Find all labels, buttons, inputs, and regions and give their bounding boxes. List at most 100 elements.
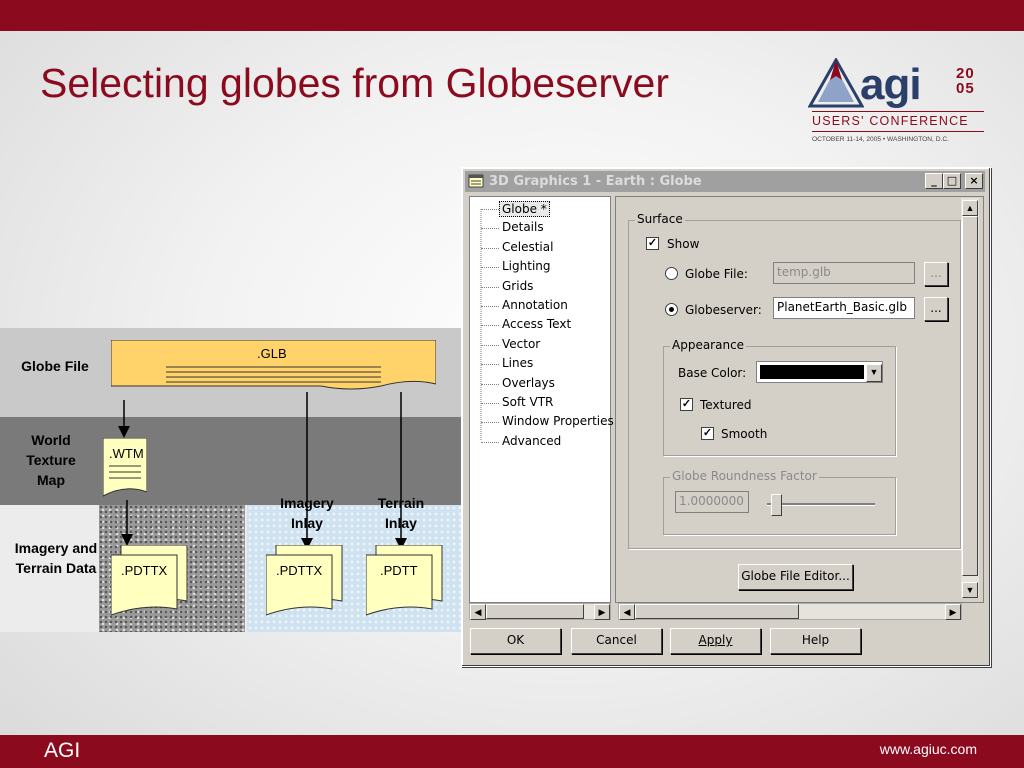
row-label-world-texture-map: World Texture Map (26, 432, 76, 488)
property-tree: Globe * Details Celestial Lighting Grids Anno… (469, 196, 614, 603)
tree-item[interactable]: Vector (502, 337, 540, 351)
pdttx-label-1: .PDTTX (121, 563, 168, 578)
tree-connector (481, 422, 499, 424)
tree-item[interactable]: Overlays (502, 376, 555, 390)
smooth-checkbox[interactable]: ✓ (701, 427, 714, 440)
stacked-document-icon (365, 544, 443, 616)
globe-file-editor-button[interactable]: Globe File Editor... (738, 564, 853, 590)
tree-connector (481, 364, 499, 366)
apply-button[interactable]: Apply (670, 628, 761, 654)
tree-item[interactable]: Grids (502, 279, 533, 293)
cancel-button[interactable]: Cancel (571, 628, 662, 654)
base-color-swatch (760, 365, 864, 379)
tree-horizontal-scrollbar[interactable]: ◀ ▶ (469, 603, 611, 620)
help-button[interactable]: Help (770, 628, 861, 654)
textured-label: Textured (700, 398, 752, 412)
scroll-right-icon[interactable]: ▶ (945, 604, 961, 620)
tree-connector (481, 228, 499, 230)
row-label-imagery-terrain: Imagery and Terrain Data (14, 540, 98, 576)
scroll-down-icon[interactable]: ▼ (962, 582, 978, 598)
roundness-slider-thumb[interactable] (771, 494, 782, 516)
tree-connector-lines (480, 209, 482, 440)
wtm-label: .WTM (109, 446, 144, 461)
globe-file-browse-button[interactable]: ... (924, 262, 948, 286)
slide-title: Selecting globes from Globeserver (40, 60, 669, 106)
globe-file-field[interactable]: temp.glb (773, 262, 915, 284)
logo-triangle-icon (808, 58, 864, 108)
panel-horizontal-scrollbar[interactable]: ◀ ▶ (618, 603, 962, 620)
row-label-globe-file: Globe File (21, 358, 89, 374)
globeserver-label: Globeserver: (685, 303, 762, 317)
pdttx-document-1: .PDTTX (110, 544, 189, 617)
globeserver-radio[interactable] (665, 303, 678, 316)
stacked-document-icon (110, 544, 188, 616)
maximize-button[interactable]: □ (943, 173, 961, 189)
tree-item[interactable]: Globe * (499, 201, 550, 217)
tree-item[interactable]: Advanced (502, 434, 561, 448)
tree-connector (481, 247, 499, 249)
globeserver-field[interactable]: PlanetEarth_Basic.glb (773, 297, 915, 319)
base-color-dropdown[interactable]: ▼ (756, 361, 883, 383)
roundness-group-title: Globe Roundness Factor (670, 469, 819, 483)
dialog-titlebar[interactable]: 3D Graphics 1 - Earth : Globe _ □ × (465, 171, 985, 192)
logo-wordmark: agi (860, 60, 922, 109)
tree-item[interactable]: Access Text (502, 317, 571, 331)
roundness-field[interactable]: 1.0000000 (675, 491, 749, 513)
logo-rule-top (812, 111, 984, 112)
surface-group-title: Surface (635, 212, 685, 226)
tree-item[interactable]: Lighting (502, 259, 551, 273)
minimize-button[interactable]: _ (925, 173, 943, 189)
footer-url[interactable]: www.agiuc.com (880, 741, 977, 757)
glb-label: .GLB (257, 346, 287, 361)
smooth-label: Smooth (721, 427, 768, 441)
tree-item[interactable]: Celestial (502, 240, 553, 254)
tree-item[interactable]: Window Properties (502, 414, 614, 428)
window-app-icon (468, 174, 484, 188)
close-button[interactable]: × (965, 173, 983, 189)
tree-item[interactable]: Soft VTR (502, 395, 553, 409)
stacked-document-icon (265, 544, 343, 616)
scroll-right-icon[interactable]: ▶ (594, 604, 610, 620)
scroll-left-icon[interactable]: ◀ (619, 604, 635, 620)
scroll-up-icon[interactable]: ▲ (962, 200, 978, 216)
pdttx-label-2: .PDTTX (276, 563, 323, 578)
tree-item[interactable]: Annotation (502, 298, 568, 312)
dialog-title: 3D Graphics 1 - Earth : Globe (489, 174, 702, 189)
panel-hscroll-thumb[interactable] (635, 604, 799, 619)
col-label-imagery-inlay: Imagery Inlay (280, 495, 334, 531)
show-label: Show (667, 237, 700, 251)
tree-connector (481, 441, 499, 443)
globe-file-label: Globe File: (685, 267, 748, 281)
roundness-slider-track[interactable] (767, 503, 875, 506)
tree-item[interactable]: Details (502, 220, 544, 234)
logo-dates: OCTOBER 11-14, 2005 • WASHINGTON, D.C. (812, 136, 949, 143)
ok-button[interactable]: OK (470, 628, 561, 654)
panel-vertical-scrollbar[interactable]: ▲ ▼ (961, 198, 979, 598)
chevron-down-icon[interactable]: ▼ (866, 364, 882, 382)
globeserver-browse-button[interactable]: ... (924, 297, 948, 321)
tree-connector (481, 267, 499, 269)
pdttx-document-2: .PDTTX (265, 544, 344, 617)
agi-logo: agi 20 05 USERS' CONFERENCE OCTOBER 11-14… (808, 58, 988, 148)
panel-scroll-thumb[interactable] (962, 216, 978, 576)
appearance-group-title: Appearance (670, 338, 747, 352)
tree-item[interactable]: Lines (502, 356, 533, 370)
top-bar (0, 0, 1024, 31)
bottom-bar (0, 735, 1024, 768)
scroll-left-icon[interactable]: ◀ (470, 604, 486, 620)
show-checkbox[interactable]: ✓ (646, 237, 659, 250)
logo-year-bottom: 05 (956, 80, 975, 97)
base-color-label: Base Color: (678, 366, 747, 380)
logo-conference: USERS' CONFERENCE (812, 114, 969, 128)
tree-connector (481, 209, 499, 210)
textured-checkbox[interactable]: ✓ (680, 398, 693, 411)
glb-file-shape: .GLB (110, 339, 437, 392)
tree-scroll-thumb[interactable] (486, 604, 584, 619)
pdtt-document: .PDTT (365, 544, 444, 617)
footer-company: AGI (44, 739, 81, 762)
logo-rule-bottom (812, 131, 984, 132)
tree-connector (481, 286, 499, 288)
globe-file-radio[interactable] (665, 267, 678, 280)
tree-connector (481, 325, 499, 327)
tree-connector (481, 344, 499, 346)
